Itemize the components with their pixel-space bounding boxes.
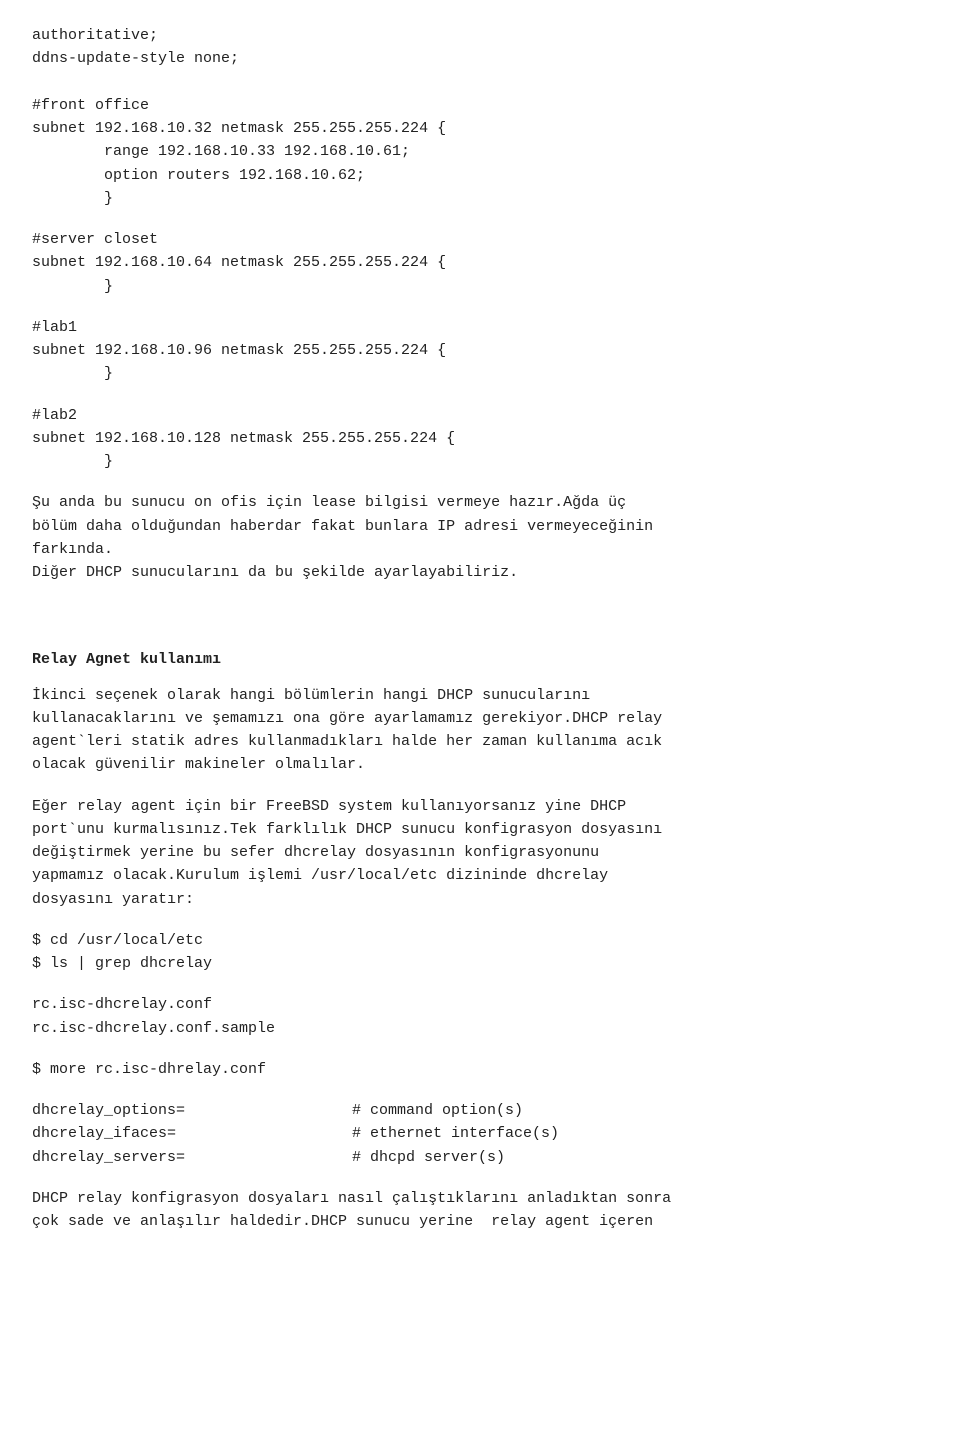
- code-section-6: rc.isc-dhcrelay.conf rc.isc-dhcrelay.con…: [32, 993, 928, 1040]
- code-section-1: authoritative; ddns-update-style none; #…: [32, 24, 928, 210]
- code-section-8-col2: # command option(s) # ethernet interface…: [352, 1099, 559, 1169]
- code-section-5: $ cd /usr/local/etc $ ls | grep dhcrelay: [32, 929, 928, 976]
- prose-paragraph-1: Şu anda bu sunucu on ofis için lease bil…: [32, 491, 928, 584]
- code-section-2: #server closet subnet 192.168.10.64 netm…: [32, 228, 928, 298]
- prose-paragraph-2: İkinci seçenek olarak hangi bölümlerin h…: [32, 684, 928, 777]
- code-section-3: #lab1 subnet 192.168.10.96 netmask 255.2…: [32, 316, 928, 386]
- code-section-7: $ more rc.isc-dhrelay.conf: [32, 1058, 928, 1081]
- prose-paragraph-3: Eğer relay agent için bir FreeBSD system…: [32, 795, 928, 911]
- relay-heading: Relay Agnet kullanımı: [32, 648, 928, 671]
- code-section-8: dhcrelay_options= dhcrelay_ifaces= dhcre…: [32, 1099, 928, 1169]
- prose-paragraph-4: DHCP relay konfigrasyon dosyaları nasıl …: [32, 1187, 928, 1234]
- code-section-4: #lab2 subnet 192.168.10.128 netmask 255.…: [32, 404, 928, 474]
- code-section-8-col1: dhcrelay_options= dhcrelay_ifaces= dhcre…: [32, 1099, 352, 1169]
